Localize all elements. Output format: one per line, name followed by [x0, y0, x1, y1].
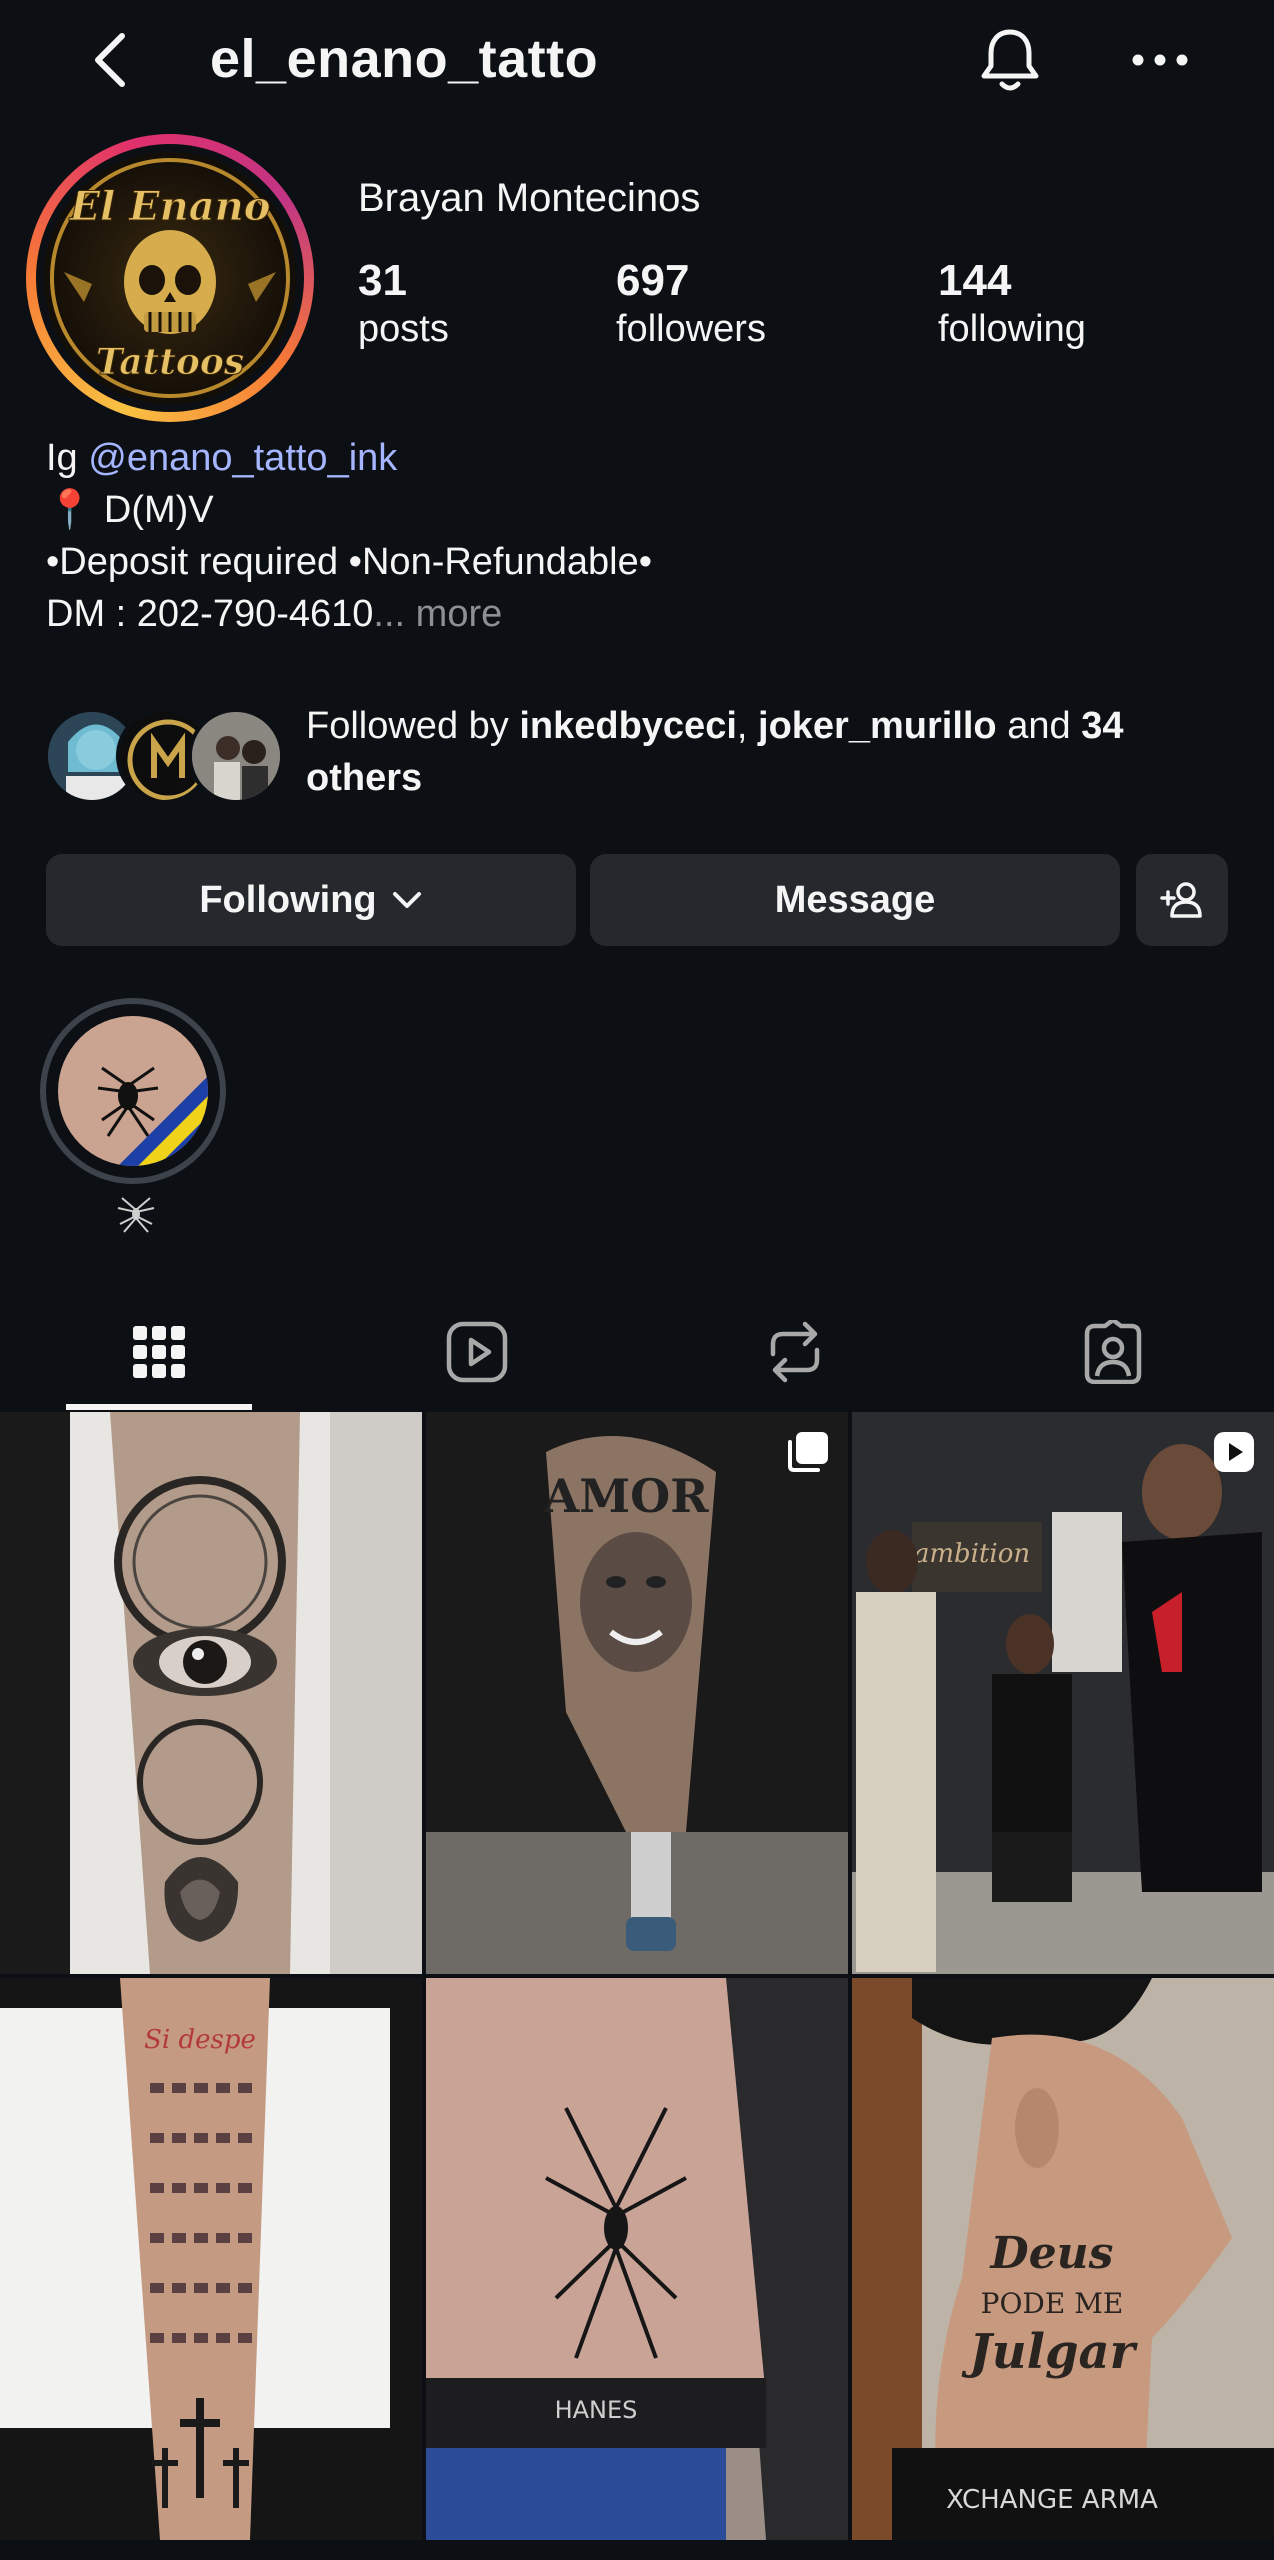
followers-stat[interactable]: 697 followers	[616, 256, 766, 351]
posts-stat[interactable]: 31 posts	[358, 256, 449, 351]
tab-reposts[interactable]	[636, 1294, 954, 1410]
tab-posts-grid[interactable]	[0, 1294, 318, 1410]
followers-count: 697	[616, 256, 690, 305]
followers-label: followers	[616, 308, 766, 350]
post2-overlay-text: AMOR	[543, 1469, 710, 1523]
bio-handle-link[interactable]: @enano_tatto_ink	[88, 437, 397, 479]
post3-sign-text: ambition	[914, 1539, 1030, 1569]
add-person-icon	[1160, 882, 1202, 918]
tab-reels[interactable]	[318, 1294, 636, 1410]
chevron-down-icon	[392, 892, 421, 908]
posts-grid: AMOR ambition Si despe HANES Deus PODE M…	[0, 1412, 1274, 2560]
following-count: 144	[938, 256, 1012, 305]
more-options-button[interactable]	[1120, 20, 1200, 100]
following-button[interactable]: Following	[46, 854, 576, 946]
mutual-avatars	[44, 708, 284, 804]
following-label: following	[938, 308, 1086, 350]
post6-text-deus: Deus	[989, 2228, 1114, 2279]
content-tabs	[0, 1294, 1274, 1410]
bio-ellipsis: ...	[373, 593, 406, 635]
profile-username: el_enano_tatto	[210, 29, 599, 89]
post-thumbnail[interactable]: ambition	[852, 1412, 1274, 1974]
post6-shirt-text: XCHANGE ARMA	[946, 2485, 1158, 2515]
reels-icon	[446, 1321, 508, 1383]
carousel-icon	[788, 1432, 828, 1472]
mutual-user-1[interactable]: inkedbyceci	[519, 705, 737, 747]
following-stat[interactable]: 144 following	[938, 256, 1086, 351]
spider-icon	[117, 1197, 155, 1233]
bio-prefix: Ig	[46, 437, 89, 479]
mutual-others: others	[306, 757, 423, 799]
mutual-count: 34	[1081, 705, 1124, 747]
display-name: Brayan Montecinos	[358, 176, 701, 220]
bio-location: D(M)V	[93, 489, 214, 531]
followed-by[interactable]: Followed by inkedbyceci, joker_murillo a…	[44, 700, 1244, 810]
more-dots-icon	[1132, 54, 1188, 66]
message-button-label: Message	[774, 878, 936, 921]
location-pin-icon: 📍	[46, 489, 94, 531]
post-thumbnail[interactable]	[0, 1412, 422, 1974]
grid-icon	[133, 1326, 185, 1378]
top-bar: el_enano_tatto	[0, 0, 1274, 120]
bio-line-1: Ig @enano_tatto_ink	[46, 432, 652, 484]
message-button[interactable]: Message	[590, 854, 1120, 946]
profile-avatar[interactable]: El Enano Tattoos	[44, 152, 296, 404]
followed-by-text: Followed by inkedbyceci, joker_murillo a…	[306, 700, 1246, 804]
suggested-users-button[interactable]	[1136, 854, 1228, 946]
tab-tagged[interactable]	[954, 1294, 1272, 1410]
highlight-cover	[58, 1016, 208, 1166]
post5-brand-text: HANES	[555, 2396, 638, 2424]
bio-phone: DM : 202-790-4610	[46, 593, 374, 635]
reposts-icon	[770, 1321, 820, 1383]
bio-line-4: DM : 202-790-4610... more	[46, 588, 652, 640]
post-thumbnail[interactable]: Si despe	[0, 1978, 422, 2540]
followed-by-separator: ,	[736, 705, 759, 747]
followed-by-and: and	[996, 705, 1082, 747]
notifications-button[interactable]	[970, 20, 1050, 100]
avatar	[188, 708, 284, 804]
posts-count: 31	[358, 256, 407, 305]
bio-line-3: •Deposit required •Non-Refundable•	[46, 541, 653, 583]
skull-logo-image: El Enano Tattoos	[44, 152, 296, 404]
post-thumbnail[interactable]: AMOR	[426, 1412, 848, 1974]
post-thumbnail[interactable]: HANES	[426, 1978, 848, 2540]
bio-line-2: 📍 D(M)V	[46, 484, 652, 536]
following-button-label: Following	[199, 878, 377, 921]
highlight-label	[110, 1194, 162, 1234]
post-thumbnail[interactable]: Deus PODE ME Julgar XCHANGE ARMA	[852, 1978, 1274, 2540]
post6-text-julgar: Julgar	[961, 2324, 1139, 2380]
logo-text-bottom: Tattoos	[96, 341, 244, 383]
chevron-left-icon	[95, 33, 125, 87]
post6-text-pode-me: PODE ME	[981, 2287, 1124, 2320]
followed-by-prefix: Followed by	[306, 705, 520, 747]
bio: Ig @enano_tatto_ink 📍 D(M)V •Deposit req…	[46, 432, 652, 640]
post4-script-text: Si despe	[144, 2025, 256, 2055]
tagged-icon	[1084, 1320, 1142, 1384]
back-button[interactable]	[70, 20, 150, 100]
story-ring[interactable]: El Enano Tattoos	[26, 134, 314, 422]
reel-play-icon	[1214, 1432, 1254, 1472]
story-highlight[interactable]	[40, 998, 226, 1184]
mutual-user-2[interactable]: joker_murillo	[758, 705, 997, 747]
bio-more-link[interactable]: more	[405, 593, 503, 635]
bell-icon	[981, 29, 1039, 91]
posts-label: posts	[358, 308, 449, 350]
active-tab-indicator	[66, 1404, 252, 1410]
logo-text-top: El Enano	[69, 183, 271, 230]
